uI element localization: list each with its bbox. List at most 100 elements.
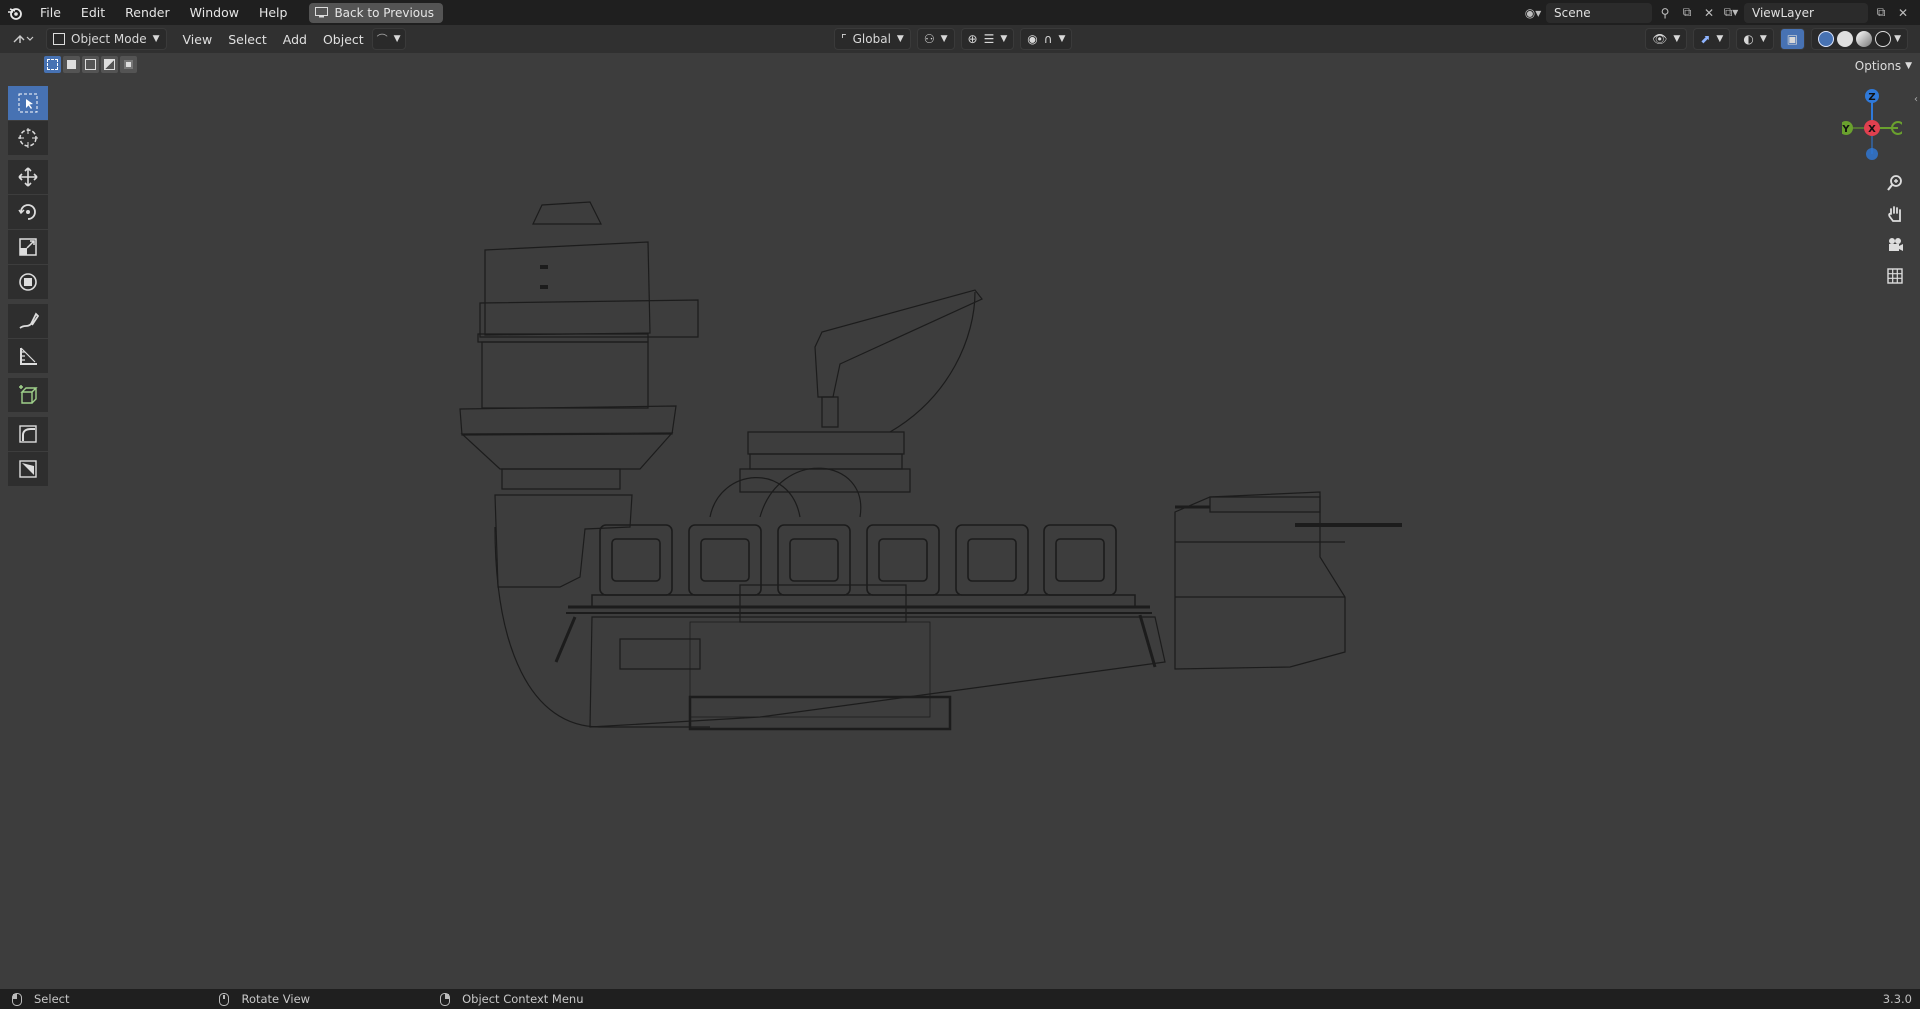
transform-tool[interactable] [8, 265, 48, 299]
menu-render[interactable]: Render [115, 0, 180, 25]
new-view-layer-icon[interactable]: ⧉ [1872, 4, 1890, 22]
view-layer-field[interactable]: ViewLayer [1744, 2, 1868, 23]
status-rotate-label: Rotate View [241, 992, 311, 1006]
status-context: Object Context Menu [440, 992, 583, 1006]
overlays-dropdown[interactable]: ◐ ▼ [1736, 28, 1774, 50]
chevron-down-icon[interactable]: ▼ [1894, 34, 1901, 44]
delete-view-layer-icon[interactable]: ✕ [1894, 4, 1912, 22]
mouse-left-icon [12, 992, 22, 1006]
blender-logo-icon[interactable] [0, 0, 30, 25]
snap-dropdown[interactable]: ⊕ ☰ ▼ [960, 28, 1015, 50]
shear-icon [19, 425, 37, 443]
snap-target-icon: ☰ [983, 32, 995, 46]
shear-tool[interactable] [8, 417, 48, 451]
pivot-dropdown[interactable]: ⚇ ▼ [916, 28, 955, 50]
solid-shading-icon[interactable] [1837, 31, 1854, 47]
orientation-label: Global [852, 32, 891, 46]
select-new-icon[interactable] [44, 56, 61, 73]
editor-type-button[interactable] [0, 29, 42, 49]
move-tool[interactable] [8, 160, 48, 194]
selection-mode-buttons [44, 56, 137, 73]
material-shading-icon[interactable] [1856, 31, 1873, 47]
x-axis-label: X [1868, 124, 1876, 135]
object-mode-icon [53, 33, 65, 45]
sidebar-toggle-icon[interactable]: ‹ [1914, 94, 1918, 105]
mouse-middle-icon [219, 992, 230, 1006]
measure-tool[interactable] [8, 339, 48, 373]
gpencil-dropdown[interactable]: ⌒ ▼ [371, 28, 406, 50]
rip-tool[interactable] [8, 452, 48, 486]
wireframe-shading-icon[interactable] [1818, 31, 1835, 47]
pan-hand-icon[interactable] [1882, 201, 1908, 227]
xray-toggle[interactable]: ▣ [1779, 28, 1806, 50]
overlays-icon: ◐ [1743, 32, 1754, 46]
select-box-tool[interactable] [8, 86, 48, 120]
mode-dropdown[interactable]: Object Mode ▼ [46, 28, 167, 50]
pin-icon[interactable]: ⚲ [1656, 4, 1674, 22]
delete-scene-icon[interactable]: ✕ [1700, 4, 1718, 22]
chevron-down-icon: ▼ [1000, 34, 1008, 44]
mouse-right-icon [440, 992, 451, 1006]
options-label: Options [1854, 59, 1902, 73]
scale-tool[interactable] [8, 230, 48, 264]
chevron-down-icon: ▼ [1905, 61, 1912, 71]
gizmo-dropdown[interactable]: ⬈ ▼ [1693, 28, 1731, 50]
chevron-down-icon: ▼ [1673, 34, 1681, 44]
version-label: 3.3.0 [1882, 992, 1912, 1006]
tool-settings-bar [0, 53, 1920, 77]
view-layer-icon[interactable]: ⧉▾ [1722, 4, 1740, 22]
annotate-tool[interactable] [8, 304, 48, 338]
viewport-display-tools: 👁 ▼ ⬈ ▼ ◐ ▼ ▣ ▼ [1645, 28, 1908, 50]
new-scene-icon[interactable]: ⧉ [1678, 4, 1696, 22]
falloff-icon: ∩ [1043, 32, 1053, 46]
menu-help[interactable]: Help [249, 0, 298, 25]
cursor-tool[interactable] [8, 121, 48, 155]
navigation-gizmo[interactable]: Z Y X [1839, 86, 1905, 166]
select-extend-icon[interactable] [63, 56, 80, 73]
rotate-icon [18, 204, 36, 220]
menu-file[interactable]: File [30, 0, 71, 25]
pivot-icon: ⚇ [923, 32, 935, 46]
proportional-edit-dropdown[interactable]: ◉ ∩ ▼ [1020, 28, 1073, 50]
view-layer-selector: ⧉▾ ViewLayer ⧉ ✕ [1722, 2, 1912, 23]
viewport-3d[interactable] [0, 77, 1920, 989]
rotate-tool[interactable] [8, 195, 48, 229]
select-intersect-icon[interactable] [120, 56, 137, 73]
status-select-label: Select [34, 992, 70, 1006]
snap-icon: ⊕ [967, 32, 978, 46]
status-rotate: Rotate View [219, 992, 310, 1006]
menu-object[interactable]: Object [315, 29, 372, 49]
viewport-nav-buttons [1882, 170, 1908, 289]
shading-modes: ▼ [1811, 28, 1908, 50]
camera-icon[interactable] [1882, 232, 1908, 258]
menu-add[interactable]: Add [275, 29, 315, 49]
visibility-dropdown[interactable]: 👁 ▼ [1645, 28, 1688, 50]
chevron-down-icon: ▼ [940, 34, 948, 44]
zoom-icon[interactable] [1882, 170, 1908, 196]
options-dropdown[interactable]: Options ▼ [1855, 57, 1912, 75]
rip-icon [19, 460, 37, 478]
z-axis-label: Z [1868, 92, 1875, 103]
status-select: Select [12, 992, 69, 1006]
scene-icon[interactable]: ◉▾ [1524, 4, 1542, 22]
back-to-previous-button[interactable]: Back to Previous [309, 2, 443, 23]
editor-type-icon [13, 35, 34, 43]
select-subtract-icon[interactable] [82, 56, 99, 73]
chevron-down-icon: ▼ [896, 34, 904, 44]
ortho-grid-icon[interactable] [1882, 263, 1908, 289]
menu-select[interactable]: Select [220, 29, 275, 49]
menu-window[interactable]: Window [180, 0, 249, 25]
orientation-icon: ⌜ [841, 32, 847, 46]
menu-view[interactable]: View [175, 29, 221, 49]
menu-edit[interactable]: Edit [71, 0, 115, 25]
xray-icon: ▣ [1786, 32, 1799, 46]
curve-icon: ⌒ [376, 33, 388, 46]
scene-field[interactable]: Scene [1546, 2, 1652, 23]
chevron-down-icon: ▼ [1058, 34, 1066, 44]
wireframe-model [459, 201, 1402, 731]
rendered-shading-icon[interactable] [1875, 31, 1892, 47]
add-cube-tool[interactable] [8, 378, 48, 412]
select-invert-icon[interactable] [101, 56, 118, 73]
orientation-dropdown[interactable]: ⌜ Global ▼ [834, 28, 911, 50]
scale-icon [19, 238, 37, 256]
